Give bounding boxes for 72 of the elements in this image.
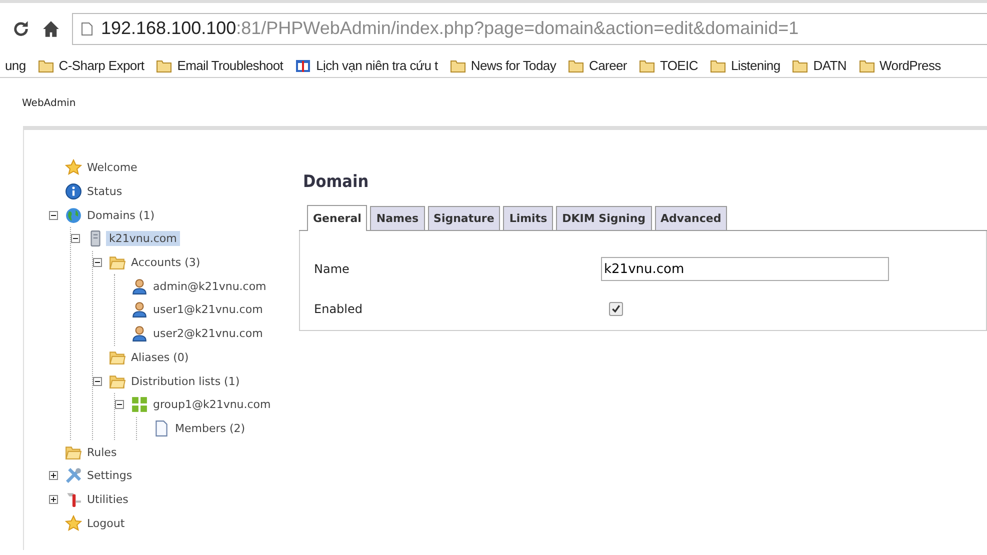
folder-icon: [792, 58, 808, 72]
folder-icon: [65, 444, 82, 461]
tab[interactable]: Names: [370, 206, 425, 230]
tab[interactable]: General: [307, 205, 368, 231]
folder-icon: [109, 254, 126, 272]
field-label: Enabled: [314, 302, 364, 316]
collapse-icon[interactable]: [115, 400, 124, 410]
tree-item[interactable]: Settings: [84, 468, 136, 484]
tree-item[interactable]: Rules: [84, 444, 120, 460]
star-icon: [65, 514, 82, 532]
page-icon: [153, 420, 170, 437]
expand-icon[interactable]: [49, 494, 58, 504]
home-icon[interactable]: [42, 20, 60, 38]
tree-item[interactable]: Domains (1): [84, 208, 158, 223]
bookmark[interactable]: DATN: [792, 54, 847, 77]
folder-icon: [858, 58, 875, 72]
collapse-icon[interactable]: [71, 234, 80, 244]
tab[interactable]: DKIM Signing: [556, 206, 652, 230]
group-icon: [131, 396, 148, 414]
collapse-icon[interactable]: [93, 376, 102, 386]
tree-item[interactable]: user1@k21vnu.com: [150, 302, 266, 318]
tools-icon: [65, 467, 82, 484]
checkbox[interactable]: [609, 302, 623, 316]
bookmark[interactable]: WordPress: [858, 54, 941, 77]
collapse-icon[interactable]: [49, 210, 58, 220]
tree-item[interactable]: admin@k21vnu.com: [150, 278, 270, 294]
bookmark[interactable]: C-Sharp Export: [38, 54, 144, 77]
tree-item[interactable]: Status: [84, 184, 126, 200]
tree-item[interactable]: Distribution lists (1): [128, 374, 243, 389]
tree-item[interactable]: Members (2): [172, 420, 248, 436]
folder-icon: [450, 58, 466, 72]
globe-icon: [65, 206, 82, 224]
tree-item[interactable]: Accounts (3): [128, 255, 204, 270]
folder-icon: [638, 58, 655, 72]
page-icon: [81, 22, 93, 36]
bookmark[interactable]: Career: [568, 54, 627, 77]
star-icon: [65, 159, 82, 176]
tree-item[interactable]: Welcome: [84, 160, 140, 176]
tab[interactable]: Limits: [503, 206, 554, 230]
folder-icon: [156, 58, 172, 72]
calendar-icon: [295, 58, 312, 72]
bookmark[interactable]: Email Troubleshoot: [156, 54, 284, 77]
bookmark[interactable]: Listening: [710, 54, 780, 77]
tab[interactable]: Signature: [428, 206, 500, 230]
bookmark[interactable]: TOEIC: [638, 54, 698, 77]
page-heading: Domain: [303, 172, 370, 192]
user-icon: [131, 278, 148, 295]
folder-icon: [109, 348, 126, 366]
bookmark[interactable]: News for Today: [450, 54, 556, 77]
info-icon: [65, 183, 82, 200]
site-title: WebAdmin: [21, 97, 77, 111]
tree-item[interactable]: user2@k21vnu.com: [150, 326, 266, 342]
address-bar[interactable]: 192.168.100.100:81/PHPWebAdmin/index.php?page=domain&action=edit&domainid=1: [72, 12, 987, 44]
tree-item[interactable]: group1@k21vnu.com: [150, 397, 274, 412]
tree-item[interactable]: Utilities: [84, 492, 132, 507]
tree-item[interactable]: k21vnu.com: [106, 231, 180, 246]
expand-icon[interactable]: [49, 471, 58, 480]
bookmark[interactable]: ung: [5, 54, 26, 77]
folder-icon: [568, 58, 584, 72]
tree-item[interactable]: Logout: [84, 516, 128, 531]
input-field[interactable]: k21vnu.com: [601, 257, 889, 281]
reload-icon[interactable]: [12, 20, 30, 38]
user-icon: [131, 301, 148, 318]
folder-icon: [109, 372, 126, 390]
user-icon: [131, 325, 148, 342]
collapse-icon[interactable]: [93, 258, 102, 268]
field-label: Name: [314, 262, 350, 276]
tab[interactable]: Advanced: [654, 206, 728, 230]
bookmark[interactable]: Lịch vạn niên tra cứu t: [295, 54, 438, 77]
folder-icon: [710, 58, 726, 72]
folder-icon: [38, 58, 54, 72]
tree-item[interactable]: Aliases (0): [128, 350, 192, 365]
